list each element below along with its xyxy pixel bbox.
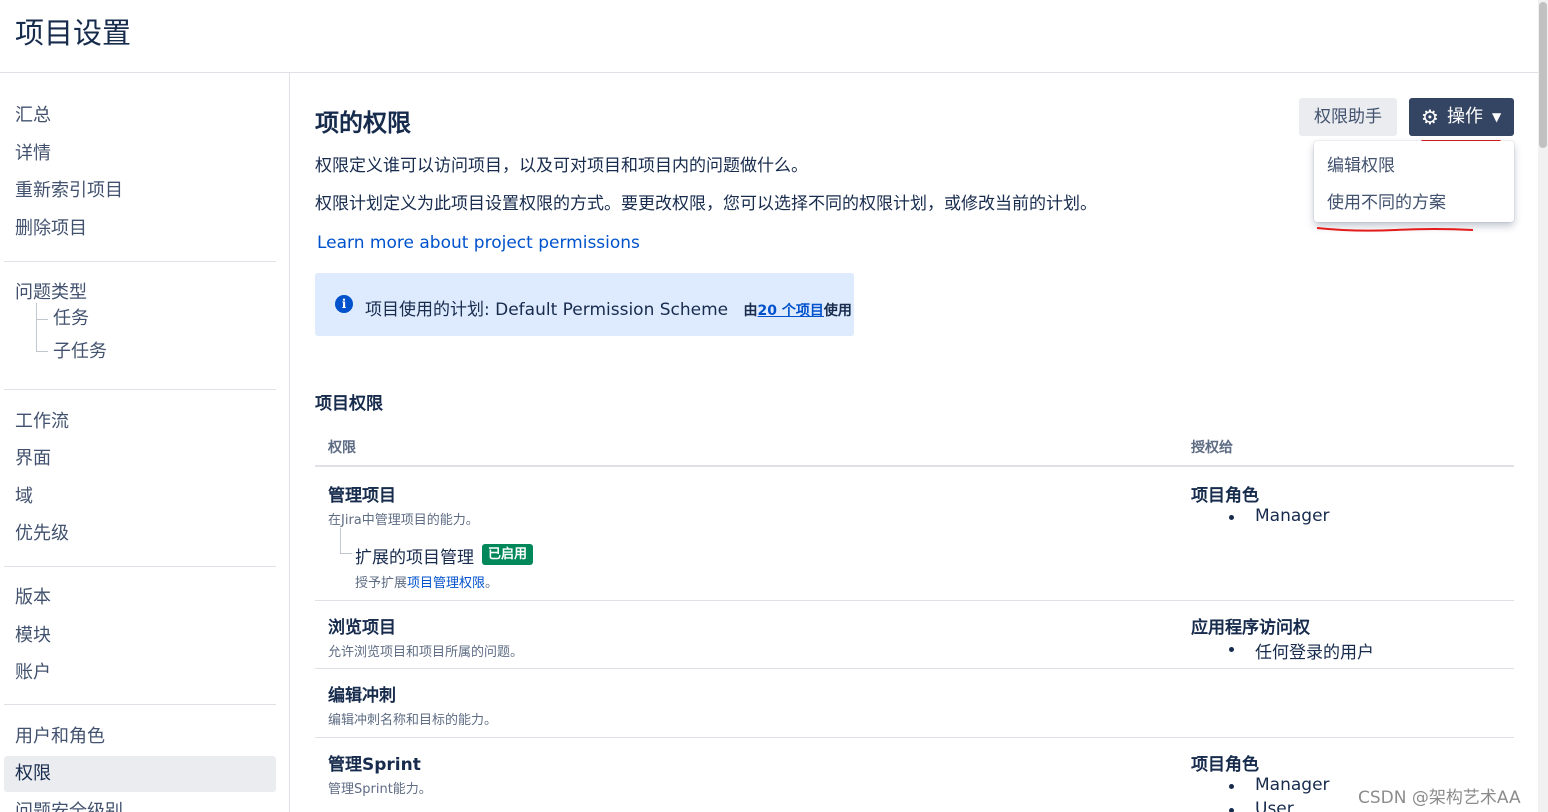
scheme-name: 项目使用的计划: Default Permission Scheme <box>365 300 729 320</box>
sidebar-divider <box>4 566 276 567</box>
bullet <box>1229 515 1234 520</box>
main-content: 项的权限 权限助手 ⚙ 操作 ▼ 编辑权限 使用不同的方案 权限定义谁可以访问项… <box>315 73 1515 812</box>
grant-type: 项目角色 <box>1191 755 1259 775</box>
actions-button[interactable]: ⚙ 操作 ▼ <box>1409 98 1514 136</box>
projects-count-link[interactable]: 20 个项目 <box>758 303 824 319</box>
permission-description: 管理Sprint能力。 <box>328 782 432 797</box>
learn-more-link[interactable]: Learn more about project permissions <box>317 233 640 253</box>
row-divider <box>315 737 1514 738</box>
permissions-description: 权限定义谁可以访问项目，以及可对项目和项目内的问题做什么。 <box>315 156 808 176</box>
grant-type: 应用程序访问权 <box>1191 618 1310 638</box>
grantee: User <box>1255 799 1294 812</box>
sidebar-item-workflows[interactable]: 工作流 <box>4 404 276 440</box>
permission-description: 在Jira中管理项目的能力。 <box>328 513 479 528</box>
tree-connector <box>340 528 352 554</box>
table-header-divider <box>315 465 1514 467</box>
permission-name: 管理Sprint <box>328 755 421 775</box>
table-title: 项目权限 <box>315 394 383 414</box>
sidebar-item-components[interactable]: 模块 <box>4 618 276 654</box>
red-underline-annotation <box>1316 227 1474 232</box>
sidebar-item-screens[interactable]: 界面 <box>4 441 276 477</box>
page-title: 项目设置 <box>15 16 132 50</box>
sidebar-item-summary[interactable]: 汇总 <box>4 98 276 134</box>
sidebar-item-versions[interactable]: 版本 <box>4 580 276 616</box>
grant-type: 项目角色 <box>1191 486 1259 506</box>
sidebar-item-subtask[interactable]: 子任务 <box>53 339 107 365</box>
permission-name: 浏览项目 <box>328 618 396 638</box>
row-divider <box>315 668 1514 669</box>
sidebar-divider <box>4 704 276 705</box>
permission-description: 编辑冲刺名称和目标的能力。 <box>328 713 498 728</box>
scheme-description: 权限计划定义为此项目设置权限的方式。要更改权限，您可以选择不同的权限计划，或修改… <box>315 194 1097 214</box>
sidebar-divider <box>4 261 276 262</box>
grantee: 任何登录的用户 <box>1255 643 1374 663</box>
bullet <box>1229 647 1234 652</box>
sidebar: 汇总 详情 重新索引项目 删除项目 问题类型 任务 子任务 工作流 界面 域 优… <box>0 73 290 812</box>
sidebar-item-reindex[interactable]: 重新索引项目 <box>4 173 276 209</box>
sidebar-item-issue-security[interactable]: 问题安全级别 <box>4 794 276 812</box>
tree-connector <box>36 319 48 352</box>
row-divider <box>315 600 1514 601</box>
column-header-granted-to: 授权给 <box>1191 440 1233 456</box>
bullet <box>1229 784 1234 789</box>
page-header: 项目设置 <box>0 0 1538 73</box>
scheme-usage: 由20 个项目使用 <box>743 303 852 319</box>
use-different-scheme-item[interactable]: 使用不同的方案 <box>1327 188 1446 213</box>
info-icon: i <box>335 295 353 313</box>
edit-permissions-item[interactable]: 编辑权限 <box>1327 151 1395 176</box>
chevron-down-icon: ▼ <box>1492 110 1502 124</box>
sidebar-item-fields[interactable]: 域 <box>4 479 276 515</box>
enabled-badge: 已启用 <box>482 544 534 565</box>
sidebar-item-task[interactable]: 任务 <box>53 306 89 332</box>
permission-description: 允许浏览项目和项目所属的问题。 <box>328 645 524 660</box>
watermark: CSDN @架构艺术AA <box>1358 788 1521 808</box>
scrollbar[interactable] <box>1538 0 1548 812</box>
sidebar-item-permissions[interactable]: 权限 <box>4 756 276 792</box>
extension-name: 扩展的项目管理 <box>355 548 474 568</box>
scheme-info-text: 项目使用的计划: Default Permission Scheme 由20 个… <box>365 295 852 320</box>
tree-connector <box>36 303 48 320</box>
actions-dropdown: 编辑权限 使用不同的方案 <box>1314 141 1514 222</box>
permission-helper-button[interactable]: 权限助手 <box>1299 98 1397 136</box>
sidebar-item-accounts[interactable]: 账户 <box>4 655 276 691</box>
grantee: Manager <box>1255 506 1330 526</box>
actions-button-label: 操作 <box>1447 106 1483 127</box>
scheme-info-box: i 项目使用的计划: Default Permission Scheme 由20… <box>315 273 854 336</box>
grantee: Manager <box>1255 775 1330 795</box>
sidebar-item-users-roles[interactable]: 用户和角色 <box>4 719 276 755</box>
project-admin-permission-link[interactable]: 项目管理权限 <box>407 576 485 591</box>
gear-icon: ⚙ <box>1421 105 1439 129</box>
section-title: 项的权限 <box>315 109 411 137</box>
permission-name: 编辑冲刺 <box>328 686 396 706</box>
permission-name: 管理项目 <box>328 486 396 506</box>
sidebar-item-details[interactable]: 详情 <box>4 136 276 172</box>
sidebar-divider <box>4 389 276 390</box>
bullet <box>1229 808 1234 812</box>
sidebar-item-priorities[interactable]: 优先级 <box>4 516 276 552</box>
scrollbar-thumb[interactable] <box>1539 2 1547 148</box>
column-header-permission: 权限 <box>328 440 356 456</box>
sidebar-item-delete-project[interactable]: 删除项目 <box>4 211 276 247</box>
extension-description: 授予扩展项目管理权限。 <box>355 576 499 591</box>
